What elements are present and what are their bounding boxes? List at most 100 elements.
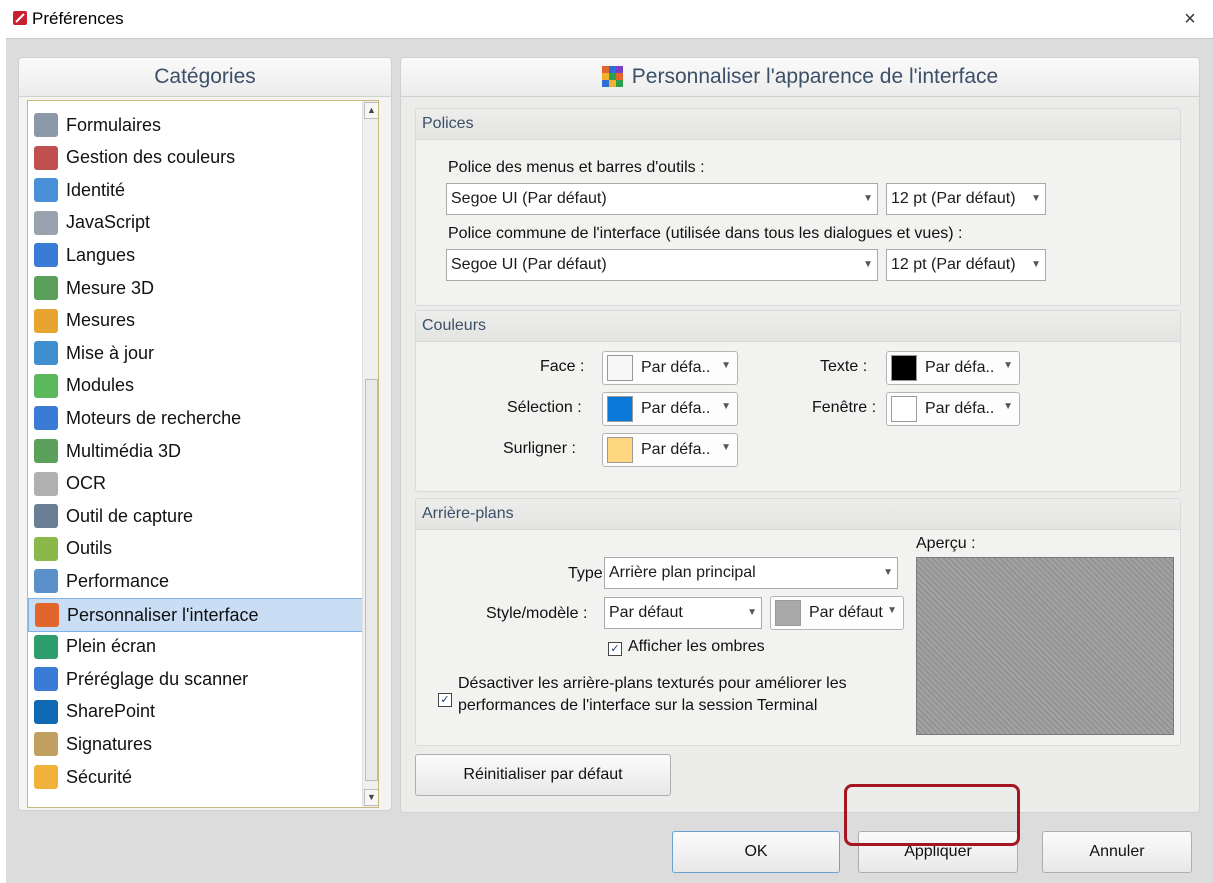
sidebar-item-measurements[interactable]: Mesures bbox=[28, 305, 368, 337]
text-color-picker[interactable]: Par défa.. ▼ bbox=[886, 351, 1020, 385]
chevron-down-icon: ▼ bbox=[863, 259, 873, 270]
categories-header: Catégories bbox=[19, 58, 391, 97]
panel-header: Personnaliser l'apparence de l'interface bbox=[401, 58, 1199, 97]
common-font-value: Segoe UI (Par défaut) bbox=[451, 256, 607, 273]
scroll-up-button[interactable]: ▲ bbox=[364, 102, 378, 119]
chevron-down-icon: ▼ bbox=[883, 567, 893, 578]
show-shadows-label: Afficher les ombres bbox=[628, 638, 765, 655]
chevron-down-icon: ▼ bbox=[721, 360, 731, 371]
sidebar-item-signatures[interactable]: Signatures bbox=[28, 728, 368, 760]
sidebar-item-javascript[interactable]: JavaScript bbox=[28, 207, 368, 239]
selection-color-picker[interactable]: Par défa.. ▼ bbox=[602, 392, 738, 426]
performance-icon bbox=[34, 569, 58, 594]
highlight-color-swatch bbox=[607, 437, 633, 463]
multimedia-3d-icon bbox=[34, 439, 58, 463]
sidebar-item-label: Personnaliser l'interface bbox=[67, 604, 259, 625]
style-value: Par défaut bbox=[609, 604, 683, 621]
text-color-swatch bbox=[891, 355, 917, 381]
customize-interface-icon bbox=[601, 66, 624, 88]
sidebar-item-forms[interactable]: Formulaires bbox=[28, 109, 368, 141]
customize-interface-icon bbox=[35, 603, 59, 627]
sidebar-item-multimedia-3d[interactable]: Multimédia 3D bbox=[28, 435, 368, 467]
backgrounds-group: Arrière-plans Type Arrière plan principa… bbox=[415, 498, 1181, 746]
app-logo-icon bbox=[13, 11, 27, 25]
window-color-value: Par défa.. bbox=[925, 400, 995, 417]
sidebar-item-customize-interface[interactable]: Personnaliser l'interface bbox=[28, 598, 368, 632]
face-label: Face : bbox=[540, 358, 585, 375]
chevron-down-icon: ▼ bbox=[887, 605, 897, 616]
backgrounds-group-title: Arrière-plans bbox=[416, 499, 1180, 530]
disable-textured-checkbox[interactable]: ✓ bbox=[438, 693, 452, 707]
face-color-picker[interactable]: Par défa.. ▼ bbox=[602, 351, 738, 385]
reset-defaults-button[interactable]: Réinitialiser par défaut bbox=[415, 754, 671, 796]
cancel-button[interactable]: Annuler bbox=[1042, 831, 1192, 873]
sidebar-item-ocr[interactable]: OCR bbox=[28, 468, 368, 500]
sidebar-item-label: Langues bbox=[66, 244, 136, 265]
sidebar-item-label: Sécurité bbox=[66, 766, 133, 787]
style-color-value: Par défaut bbox=[809, 604, 883, 621]
modules-icon bbox=[34, 373, 58, 398]
sidebar-item-label: Performance bbox=[66, 570, 170, 591]
sidebar-item-measure-3d[interactable]: Mesure 3D bbox=[28, 272, 368, 304]
sidebar-item-capture-tool[interactable]: Outil de capture bbox=[28, 500, 368, 532]
sidebar-item-performance[interactable]: Performance bbox=[28, 565, 368, 597]
chevron-down-icon: ▼ bbox=[1031, 259, 1041, 270]
common-font-size-select[interactable]: 12 pt (Par défaut) ▼ bbox=[886, 249, 1046, 281]
chevron-down-icon: ▼ bbox=[747, 607, 757, 618]
sidebar-item-label: Formulaires bbox=[66, 114, 162, 135]
categories-list[interactable]: Formulaires Gestion des couleurs Identité J… bbox=[27, 100, 379, 808]
sidebar-item-identity[interactable]: Identité bbox=[28, 174, 368, 206]
menu-font-size-select[interactable]: 12 pt (Par défaut) ▼ bbox=[886, 183, 1046, 215]
scroll-down-button[interactable]: ▼ bbox=[364, 789, 378, 806]
sidebar-item-languages[interactable]: Langues bbox=[28, 239, 368, 271]
measurements-icon bbox=[34, 308, 58, 333]
chevron-down-icon: ▼ bbox=[721, 401, 731, 412]
window-color-picker[interactable]: Par défa.. ▼ bbox=[886, 392, 1020, 426]
selection-label: Sélection : bbox=[507, 399, 582, 416]
sidebar-item-scanner-preset[interactable]: Préréglage du scanner bbox=[28, 663, 368, 695]
sidebar-item-fullscreen[interactable]: Plein écran bbox=[28, 631, 368, 663]
menu-font-select[interactable]: Segoe UI (Par défaut) ▼ bbox=[446, 183, 878, 215]
style-select[interactable]: Par défaut ▼ bbox=[604, 597, 762, 629]
identity-icon bbox=[34, 178, 58, 203]
close-button[interactable]: × bbox=[1175, 4, 1205, 34]
fullscreen-icon bbox=[34, 634, 58, 659]
chevron-down-icon: ▼ bbox=[1003, 360, 1013, 371]
capture-tool-icon bbox=[34, 504, 58, 529]
sidebar-item-color-management[interactable]: Gestion des couleurs bbox=[28, 142, 368, 174]
ok-button[interactable]: OK bbox=[672, 831, 840, 873]
common-font-select[interactable]: Segoe UI (Par défaut) ▼ bbox=[446, 249, 878, 281]
window-color-swatch bbox=[891, 396, 917, 422]
colors-group: Couleurs Face : Par défa.. ▼ Sélection :… bbox=[415, 310, 1181, 492]
update-icon bbox=[34, 341, 58, 366]
sidebar-item-sharepoint[interactable]: SharePoint bbox=[28, 696, 368, 728]
sidebar-item-search-engines[interactable]: Moteurs de recherche bbox=[28, 402, 368, 434]
sidebar-item-label: Plein écran bbox=[66, 636, 157, 657]
fonts-group: Polices Police des menus et barres d'out… bbox=[415, 108, 1181, 306]
highlight-color-picker[interactable]: Par défa.. ▼ bbox=[602, 433, 738, 467]
scroll-thumb[interactable] bbox=[365, 379, 378, 781]
sidebar-item-modules[interactable]: Modules bbox=[28, 370, 368, 402]
face-color-swatch bbox=[607, 355, 633, 381]
ocr-icon bbox=[34, 471, 58, 496]
show-shadows-checkbox[interactable]: ✓ bbox=[608, 642, 622, 656]
panel-title: Personnaliser l'apparence de l'interface bbox=[631, 65, 999, 88]
disable-textured-label-line2: performances de l'interface sur la sessi… bbox=[458, 697, 818, 714]
selection-color-swatch bbox=[607, 396, 633, 422]
menu-font-size-value: 12 pt (Par défaut) bbox=[891, 190, 1016, 207]
sidebar-item-security[interactable]: Sécurité bbox=[28, 761, 368, 793]
sidebar-item-update[interactable]: Mise à jour bbox=[28, 337, 368, 369]
sidebar-item-label: Signatures bbox=[66, 733, 153, 754]
style-color-picker[interactable]: Par défaut ▼ bbox=[770, 596, 904, 630]
sidebar-item-label: Mise à jour bbox=[66, 342, 155, 363]
background-type-select[interactable]: Arrière plan principal ▼ bbox=[604, 557, 898, 589]
sidebar-item-tools[interactable]: Outils bbox=[28, 533, 368, 565]
background-preview bbox=[916, 557, 1174, 735]
dialog-body: Catégories Formulaires Gestion des couleu… bbox=[6, 38, 1213, 883]
sharepoint-icon bbox=[34, 699, 58, 724]
window-color-label: Fenêtre : bbox=[812, 399, 877, 416]
categories-scrollbar[interactable]: ▲ ▼ bbox=[362, 101, 378, 807]
selection-color-value: Par défa.. bbox=[641, 400, 711, 417]
sidebar-item-label: Multimédia 3D bbox=[66, 440, 182, 461]
search-engines-icon bbox=[34, 406, 58, 431]
